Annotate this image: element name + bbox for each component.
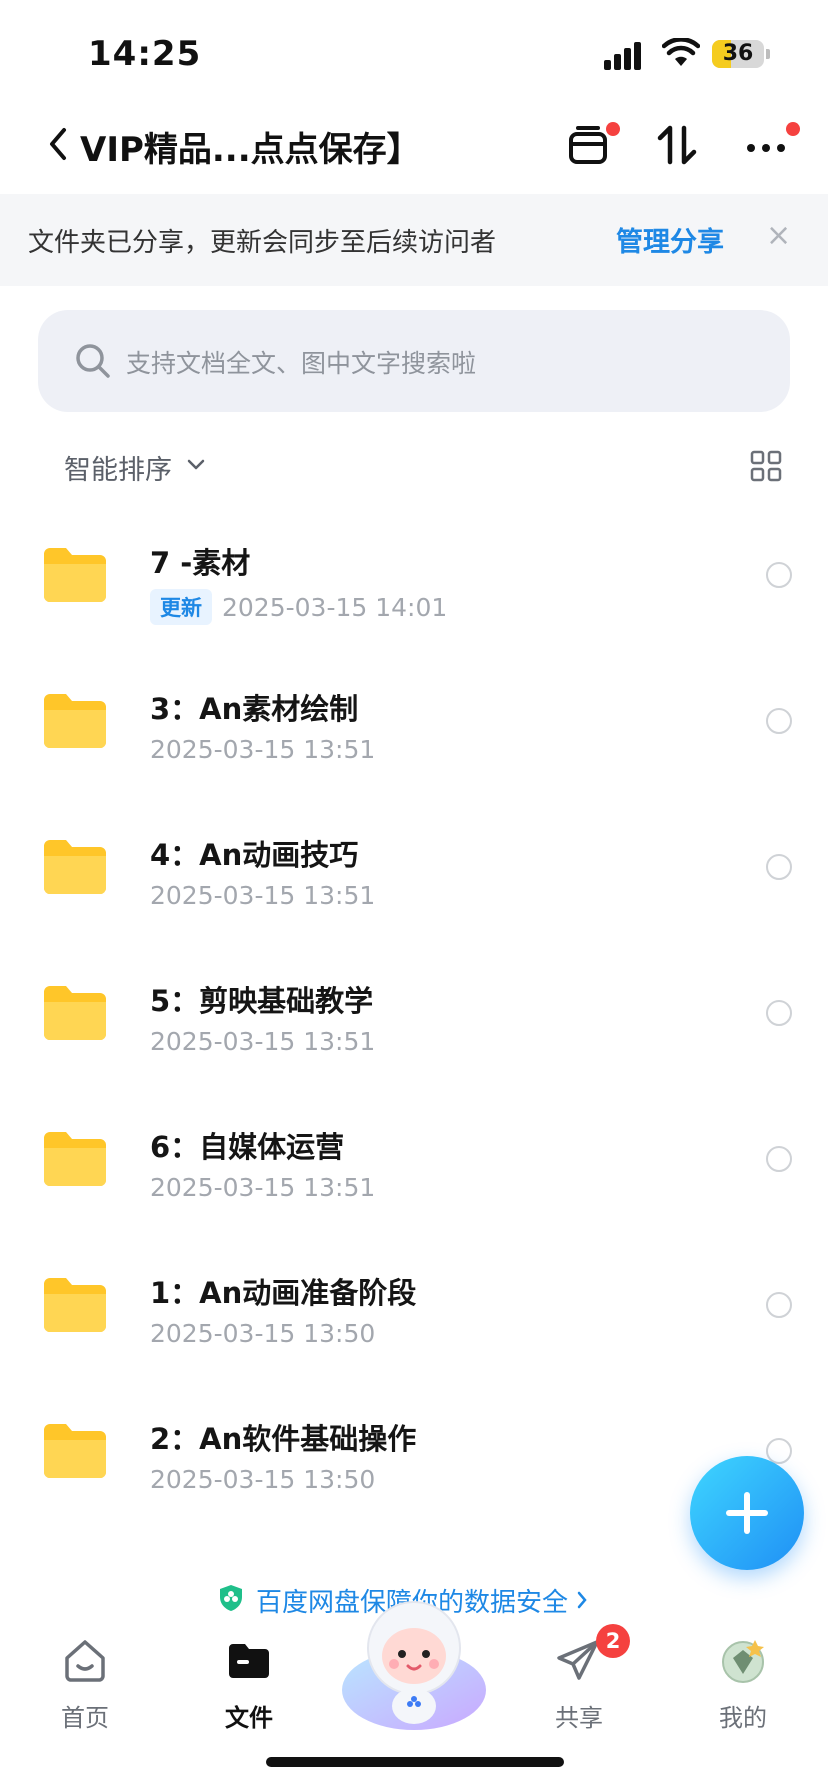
chevron-right-icon bbox=[577, 1591, 587, 1609]
file-date: 2025-03-15 13:50 bbox=[150, 1465, 376, 1494]
file-name: 4：An动画技巧 bbox=[150, 838, 359, 872]
shield-icon bbox=[220, 1585, 242, 1611]
file-name: 7 -素材 bbox=[150, 546, 251, 580]
tab-profile[interactable]: 我的 bbox=[688, 1626, 798, 1736]
file-meta: 2025-03-15 13:51 bbox=[150, 1027, 375, 1056]
file-list-item[interactable]: 3：An素材绘制 2025-03-15 13:51 bbox=[0, 646, 828, 792]
file-name: 5：剪映基础教学 bbox=[150, 984, 374, 1018]
select-checkbox[interactable] bbox=[766, 708, 792, 734]
vip-avatar-icon bbox=[722, 1640, 764, 1683]
file-name: 2：An软件基础操作 bbox=[150, 1422, 417, 1456]
search-placeholder: 支持文档全文、图中文字搜索啦 bbox=[126, 349, 477, 378]
nav-bar: VIP精品...点点保存】 bbox=[0, 100, 828, 194]
close-icon[interactable]: × bbox=[766, 218, 791, 253]
transfer-list-button[interactable] bbox=[566, 120, 620, 170]
tab-label: 共享 bbox=[555, 1704, 603, 1732]
share-banner: 文件夹已分享，更新会同步至后续访问者 管理分享 × bbox=[0, 194, 828, 286]
plus-icon-vertical bbox=[744, 1492, 750, 1534]
file-name: 1：An动画准备阶段 bbox=[150, 1276, 417, 1310]
chevron-down-icon[interactable] bbox=[186, 458, 206, 472]
file-list-item[interactable]: 5：剪映基础教学 2025-03-15 13:51 bbox=[0, 938, 828, 1084]
share-message: 文件夹已分享，更新会同步至后续访问者 bbox=[28, 228, 497, 258]
folder-icon bbox=[44, 1278, 106, 1332]
folder-icon bbox=[44, 694, 106, 748]
tab-home[interactable]: 首页 bbox=[30, 1626, 140, 1736]
assistant-button[interactable] bbox=[338, 1586, 490, 1736]
manage-share-link[interactable]: 管理分享 bbox=[616, 220, 724, 259]
home-icon bbox=[65, 1640, 105, 1682]
assistant-avatar-icon bbox=[342, 1601, 486, 1730]
folder-icon bbox=[44, 986, 106, 1040]
grid-view-icon[interactable] bbox=[750, 450, 782, 482]
page-title: VIP精品...点点保存】 bbox=[80, 130, 421, 170]
home-indicator bbox=[266, 1757, 564, 1767]
more-options-button[interactable] bbox=[742, 120, 800, 170]
status-bar: 14:25 36 bbox=[0, 0, 828, 100]
folder-tab-icon bbox=[229, 1644, 269, 1678]
back-chevron-icon[interactable] bbox=[44, 124, 74, 164]
file-meta: 更新 2025-03-15 14:01 bbox=[150, 589, 447, 625]
tab-share[interactable]: 2 共享 bbox=[524, 1624, 634, 1736]
sort-row: 智能排序 bbox=[0, 440, 828, 490]
file-date: 2025-03-15 13:51 bbox=[150, 881, 376, 910]
file-meta: 2025-03-15 13:50 bbox=[150, 1319, 375, 1348]
file-name: 6：自媒体运营 bbox=[150, 1130, 345, 1164]
select-checkbox[interactable] bbox=[766, 1292, 792, 1318]
sort-toggle-button[interactable] bbox=[654, 120, 704, 170]
search-input[interactable]: 支持文档全文、图中文字搜索啦 bbox=[38, 310, 790, 412]
file-date: 2025-03-15 13:51 bbox=[150, 1173, 376, 1202]
tab-label: 文件 bbox=[225, 1704, 273, 1732]
file-list-item[interactable]: 7 -素材更新 2025-03-15 14:01 bbox=[0, 500, 828, 646]
file-date: 2025-03-15 14:01 bbox=[222, 592, 448, 622]
more-dots-icon bbox=[747, 144, 785, 152]
file-meta: 2025-03-15 13:51 bbox=[150, 735, 375, 764]
share-badge: 2 bbox=[596, 1624, 630, 1658]
select-checkbox[interactable] bbox=[766, 1146, 792, 1172]
select-checkbox[interactable] bbox=[766, 1000, 792, 1026]
battery-icon: 36 bbox=[712, 40, 764, 68]
file-list-item[interactable]: 6：自媒体运营 2025-03-15 13:51 bbox=[0, 1084, 828, 1230]
cellular-signal-icon bbox=[604, 40, 648, 70]
select-checkbox[interactable] bbox=[766, 854, 792, 880]
tab-label: 我的 bbox=[719, 1704, 767, 1732]
notification-dot bbox=[786, 122, 800, 136]
file-name: 3：An素材绘制 bbox=[150, 692, 359, 726]
file-list-item[interactable]: 4：An动画技巧 2025-03-15 13:51 bbox=[0, 792, 828, 938]
folder-icon bbox=[44, 1132, 106, 1186]
file-date: 2025-03-15 13:50 bbox=[150, 1319, 376, 1348]
file-date: 2025-03-15 13:51 bbox=[150, 1027, 376, 1056]
up-down-arrows-icon bbox=[657, 125, 697, 165]
tab-files[interactable]: 文件 bbox=[194, 1626, 304, 1736]
file-meta: 2025-03-15 13:51 bbox=[150, 1173, 375, 1202]
file-meta: 2025-03-15 13:51 bbox=[150, 881, 375, 910]
search-icon bbox=[76, 344, 110, 378]
battery-tip bbox=[766, 49, 770, 59]
select-checkbox[interactable] bbox=[766, 562, 792, 588]
wifi-icon bbox=[662, 38, 700, 66]
folder-icon bbox=[44, 1424, 106, 1478]
file-list-item[interactable]: 1：An动画准备阶段 2025-03-15 13:50 bbox=[0, 1230, 828, 1376]
update-badge: 更新 bbox=[150, 589, 212, 625]
file-date: 2025-03-15 13:51 bbox=[150, 735, 376, 764]
tab-label: 首页 bbox=[61, 1704, 109, 1732]
add-button[interactable] bbox=[690, 1456, 804, 1570]
folder-icon bbox=[44, 840, 106, 894]
file-meta: 2025-03-15 13:50 bbox=[150, 1465, 375, 1494]
folder-icon bbox=[44, 548, 106, 602]
sort-dropdown[interactable]: 智能排序 bbox=[64, 448, 172, 487]
battery-level: 36 bbox=[722, 41, 754, 66]
status-time: 14:25 bbox=[88, 34, 202, 74]
notification-dot bbox=[606, 122, 620, 136]
